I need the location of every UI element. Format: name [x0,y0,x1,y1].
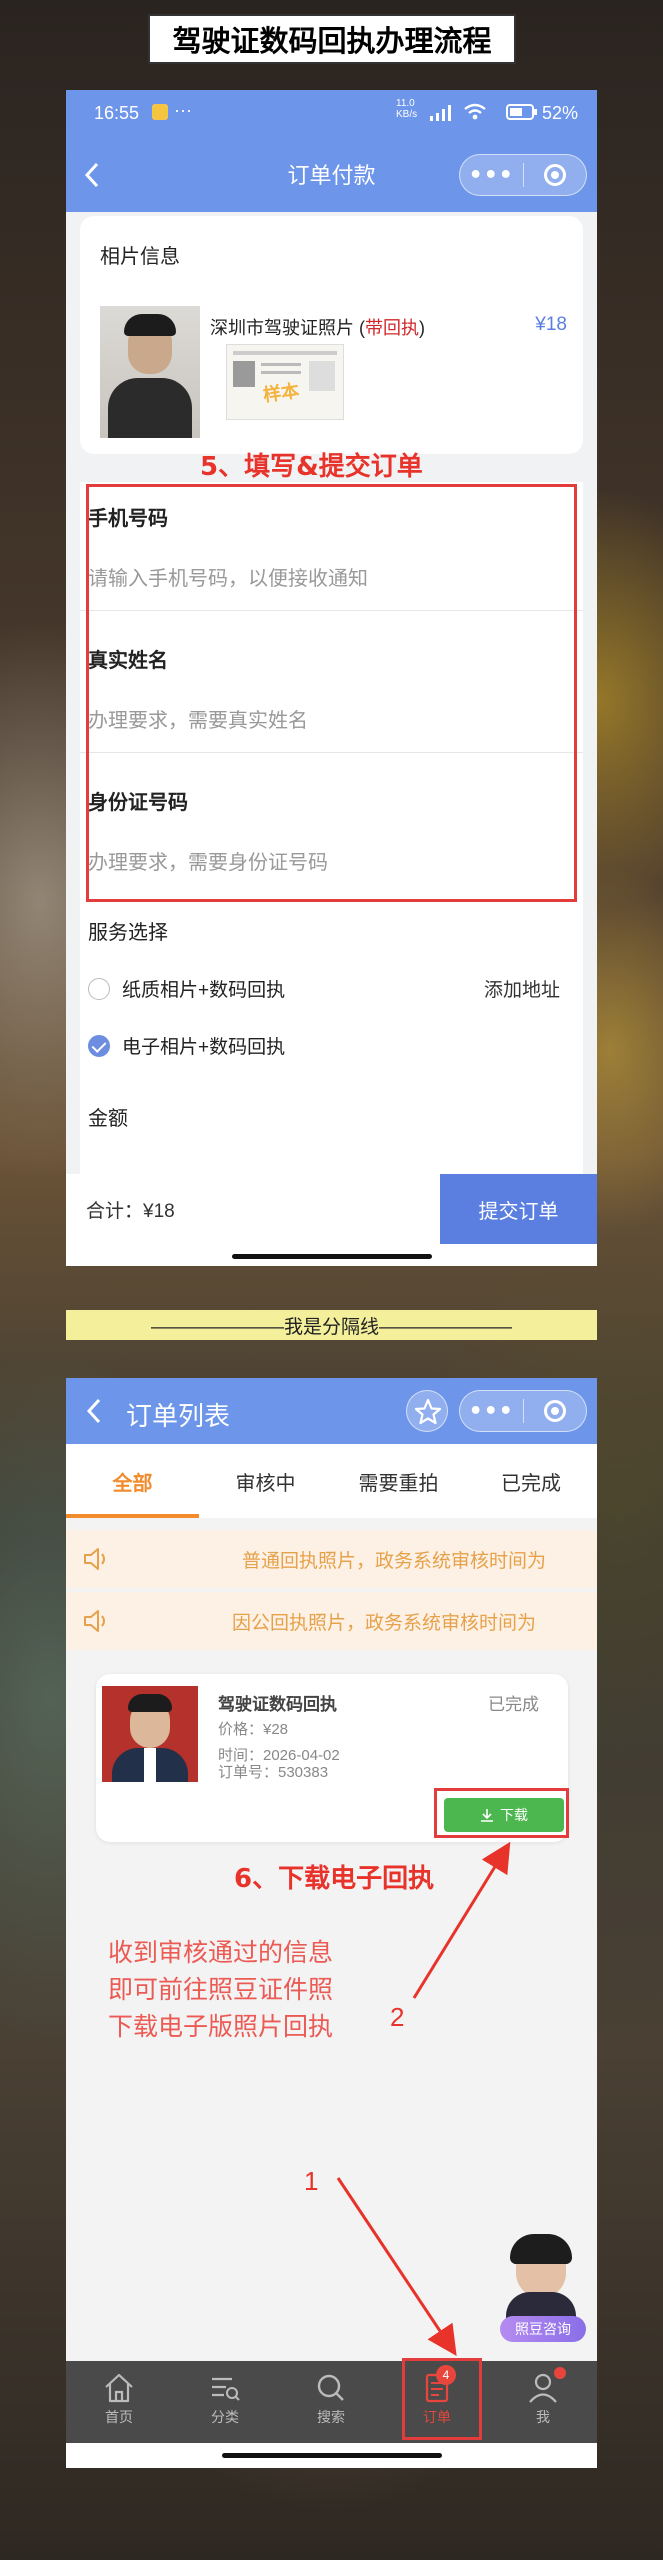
highlight-box-form [86,484,577,902]
signal-icon [430,105,451,121]
home-icon [105,2373,133,2403]
tabbar-item-home[interactable]: 首页 [66,2361,172,2443]
home-indicator [222,2453,442,2458]
user-photo [100,306,200,438]
highlight-box-order-tab [402,2358,482,2440]
tabbar-item-profile[interactable]: 我 [490,2361,596,2443]
nav-bar: 订单付款 ••• [66,136,597,212]
battery-level: 52% [542,103,579,123]
radio-paper[interactable] [88,978,110,1000]
divider-strip: ———————我是分隔线——————— [66,1310,597,1340]
consult-widget[interactable]: 照豆咨询 [494,2234,590,2350]
tabbar-item-category[interactable]: 分类 [172,2361,278,2443]
footer [66,2443,597,2468]
amount-title: 金额 [88,1108,128,1130]
battery-icon [506,104,537,120]
home-indicator [232,1254,432,1259]
photo-section-title: 相片信息 [100,246,180,268]
option-paper-label[interactable]: 纸质相片+数码回执 [122,975,285,1002]
arrow-1 [336,2177,457,2356]
tabbar-item-search[interactable]: 搜索 [278,2361,384,2443]
photo-info-card: 相片信息 深圳市驾驶证照片 (带回执) ¥18 样本 [80,216,583,454]
order-list-screen: 订单列表 ••• 全部 审核中 需要重拍 已完成 普通回执照片，政务系统审核时间… [66,1378,597,2468]
notification-dot [554,2367,566,2379]
wifi-icon [464,103,486,120]
receipt-thumbnail: 样本 [226,344,344,420]
network-speed: 11.0 KB/s [396,98,418,120]
category-icon [212,2377,240,2401]
add-address-link[interactable]: 添加地址 [484,975,560,1002]
order-payment-screen: 16:55 ··· 11.0 KB/s 52% 订单付款 ••• 相片信息 深圳… [66,90,597,1266]
search-icon [317,2374,344,2401]
option-digital-label[interactable]: 电子相片+数码回执 [122,1032,285,1059]
more-icon[interactable]: ••• [460,163,523,188]
step5-annotation: 5、填写&提交订单 [200,452,423,482]
radio-digital[interactable] [88,1035,110,1057]
submit-order-button[interactable]: 提交订单 [440,1174,597,1244]
page-title: 驾驶证数码回执办理流程 [148,14,516,64]
consult-label[interactable]: 照豆咨询 [500,2316,586,2342]
product-name: 深圳市驾驶证照片 (带回执) [210,318,425,338]
total-amount: 合计：¥18 [86,1201,175,1222]
close-target-icon[interactable] [524,164,587,186]
checkout-bar: 合计：¥18 提交订单 [66,1174,597,1266]
status-bar: 16:55 ··· 11.0 KB/s 52% [66,90,597,136]
mini-program-capsule[interactable]: ••• [459,154,587,196]
sample-stamp: 样本 [261,380,301,407]
product-price: ¥18 [535,314,567,335]
notification-icon [152,104,168,120]
service-title: 服务选择 [88,922,168,944]
arrow-2 [412,1841,511,1999]
status-time: 16:55 [94,103,140,123]
bottom-tab-bar: 首页 分类 搜索 订单 4 我 [66,2361,597,2443]
status-extra: ··· [174,100,192,120]
